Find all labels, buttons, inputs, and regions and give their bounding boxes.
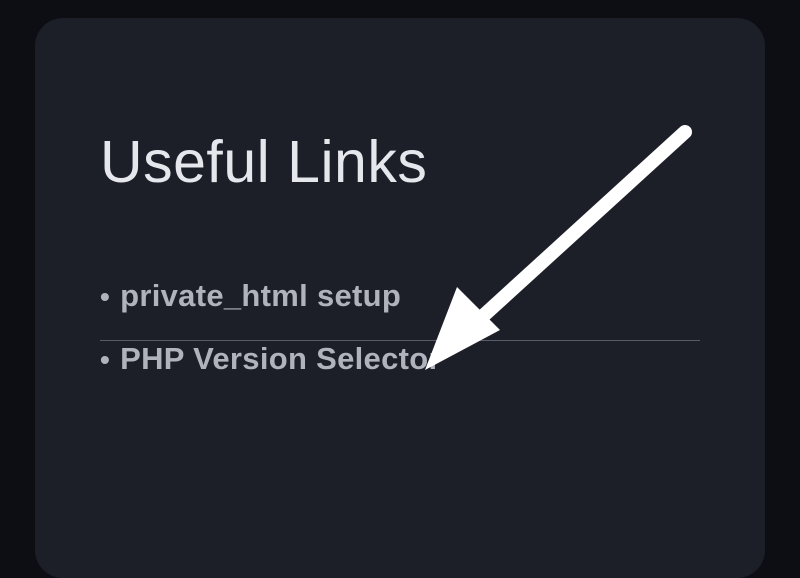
link-item-private-html-setup[interactable]: • private_html setup — [100, 278, 700, 336]
panel-title: Useful Links — [100, 128, 700, 196]
bullet-icon: • — [100, 346, 110, 374]
link-label: PHP Version Selector — [120, 341, 441, 377]
link-item-php-version-selector[interactable]: • PHP Version Selector — [100, 341, 700, 399]
bullet-icon: • — [100, 283, 110, 311]
useful-links-panel: Useful Links • private_html setup • PHP … — [35, 18, 765, 578]
link-list: • private_html setup • PHP Version Selec… — [100, 278, 700, 399]
link-label: private_html setup — [120, 278, 401, 314]
